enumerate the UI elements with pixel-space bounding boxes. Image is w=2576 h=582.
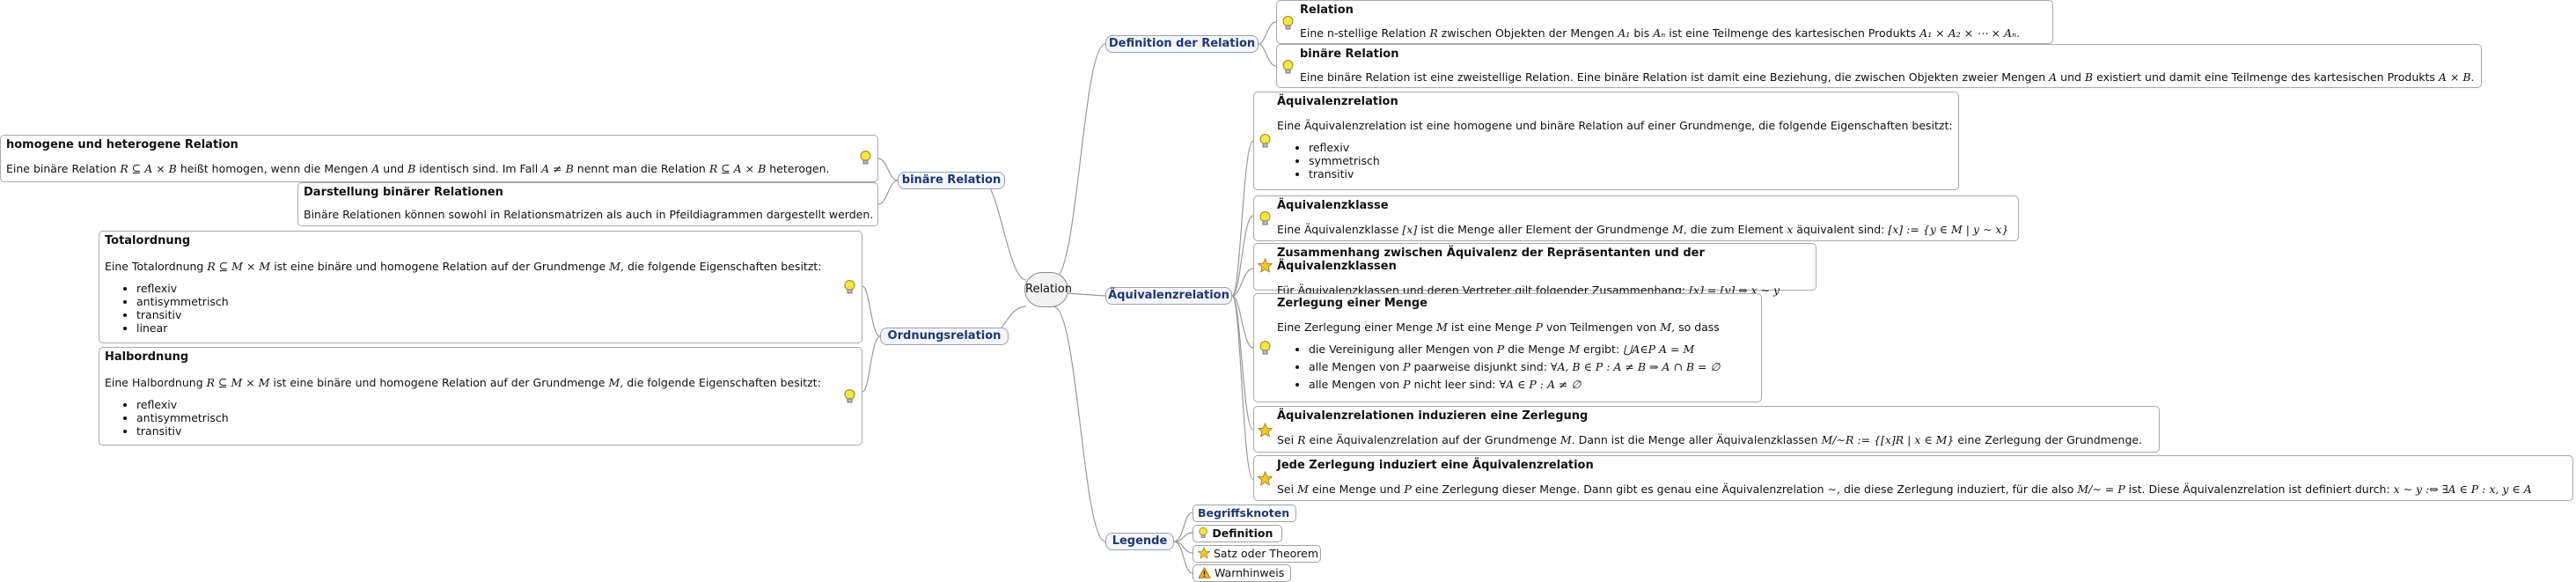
branch-definition-label: Definition der Relation (1108, 37, 1256, 50)
legend-warnhinweis-label: Warnhinweis (1214, 566, 1285, 579)
list-item: symmetrisch (1309, 154, 1953, 167)
card-relation[interactable]: Relation Eine n-stellige Relation R zwis… (1276, 0, 2053, 44)
lightbulb-icon (1259, 211, 1271, 225)
card-induzieren-text: Sei R eine Äquivalenzrelation auf der Gr… (1277, 433, 2143, 446)
card-binaere-relation[interactable]: binäre Relation Eine binäre Relation ist… (1276, 44, 2482, 88)
list-item: reflexiv (1309, 141, 1953, 154)
root-label: Relation (1025, 283, 1072, 296)
card-zerlegung[interactable]: Zerlegung einer Menge Eine Zerlegung ein… (1253, 293, 1762, 402)
legend-satz[interactable]: Satz oder Theorem (1193, 545, 1321, 563)
card-jede-zerlegung-title: Jede Zerlegung induziert eine Äquivalenz… (1277, 459, 1594, 472)
lightbulb-icon (860, 151, 871, 165)
legend-definition[interactable]: Definition (1193, 525, 1282, 542)
lightbulb-icon (1259, 341, 1271, 355)
star-icon (1197, 546, 1211, 559)
list-item: die Vereinigung aller Mengen von P die M… (1309, 341, 1756, 358)
card-homogen-heterogen[interactable]: homogene und heterogene Relation Eine bi… (0, 135, 878, 182)
card-induzieren-title: Äquivalenzrelationen induzieren eine Zer… (1277, 409, 1589, 423)
card-relation-title: Relation (1300, 4, 1354, 17)
card-aequivalenzrelation[interactable]: Äquivalenzrelation Eine Äquivalenzrelati… (1253, 92, 1959, 190)
link-root-legende (1053, 306, 1106, 542)
branch-legende-label: Legende (1112, 534, 1168, 548)
card-aequivalenzklasse[interactable]: Äquivalenzklasse Eine Äquivalenzklasse [… (1253, 195, 2019, 241)
list-item: alle Mengen von P nicht leer sind: ∀A ∈ … (1309, 376, 1756, 394)
card-totalordnung-text: Eine Totalordnung R ⊆ M × M ist eine bin… (105, 260, 822, 273)
card-zerlegung-title: Zerlegung einer Menge (1277, 297, 1427, 310)
card-darstellung-title: Darstellung binärer Relationen (304, 186, 503, 199)
list-item: linear (136, 321, 839, 335)
list-item: transitiv (136, 308, 839, 321)
card-totalordnung-title: Totalordnung (105, 234, 191, 247)
card-aequivalenzrelation-title: Äquivalenzrelation (1277, 95, 1398, 108)
star-icon (1258, 258, 1273, 273)
legend-begriffsknoten[interactable]: Begriffsknoten (1193, 505, 1296, 522)
card-halbordnung-text: Eine Halbordnung R ⊆ M × M ist eine binä… (105, 376, 821, 389)
properties-list: reflexiv antisymmetrisch transitiv (105, 398, 839, 438)
lightbulb-icon (1282, 16, 1294, 30)
link-def-relation (1258, 21, 1277, 45)
card-homogen-text: Eine binäre Relation R ⊆ A × B heißt hom… (6, 162, 830, 175)
card-zusammenhang[interactable]: Zusammenhang zwischen Äquivalenz der Rep… (1253, 243, 1816, 297)
list-item: reflexiv (136, 398, 839, 411)
card-jede-zerlegung[interactable]: Jede Zerlegung induziert eine Äquivalenz… (1253, 455, 2573, 501)
list-item: antisymmetrisch (136, 411, 839, 424)
card-aequivalenzrelation-text: Eine Äquivalenzrelation ist eine homogen… (1277, 119, 1953, 132)
lightbulb-icon (1199, 527, 1207, 539)
card-darstellung-text: Binäre Relationen können sowohl in Relat… (304, 208, 874, 221)
branch-definition[interactable]: Definition der Relation (1105, 35, 1259, 53)
properties-list: reflexiv symmetrisch transitiv (1277, 141, 1953, 180)
zerlegung-conditions: die Vereinigung aller Mengen von P die M… (1277, 341, 1756, 394)
card-zusammenhang-title: Zusammenhang zwischen Äquivalenz der Rep… (1277, 247, 1705, 273)
branch-legende[interactable]: Legende (1105, 533, 1174, 550)
branch-binaer-label: binäre Relation (901, 173, 1002, 187)
branch-ordnung[interactable]: Ordnungsrelation (880, 328, 1009, 345)
card-binaere-relation-text: Eine binäre Relation ist eine zweistelli… (1300, 70, 2475, 84)
card-halbordnung-title: Halbordnung (105, 350, 189, 364)
warning-icon (1198, 566, 1211, 578)
card-homogen-title: homogene und heterogene Relation (6, 138, 239, 151)
card-halbordnung[interactable]: Halbordnung Eine Halbordnung R ⊆ M × M i… (99, 347, 862, 446)
card-totalordnung[interactable]: Totalordnung Eine Totalordnung R ⊆ M × M… (99, 231, 862, 343)
link-root-aequivalenz (1066, 292, 1106, 297)
properties-list: reflexiv antisymmetrisch transitiv linea… (105, 282, 839, 335)
lightbulb-icon (1259, 134, 1271, 148)
legend-definition-label: Definition (1212, 527, 1273, 540)
lightbulb-icon (1282, 60, 1294, 74)
card-zerlegung-text: Eine Zerlegung einer Menge M ist eine Me… (1277, 320, 1720, 334)
list-item: antisymmetrisch (136, 295, 839, 308)
list-item: transitiv (1309, 167, 1953, 180)
branch-aequivalenz[interactable]: Äquivalenzrelation (1105, 287, 1232, 305)
star-icon (1258, 423, 1273, 438)
list-item: transitiv (136, 424, 839, 438)
card-relation-text: Eine n-stellige Relation R zwischen Obje… (1300, 26, 2021, 40)
card-jede-zerlegung-text: Sei M eine Menge und P eine Zerlegung di… (1277, 483, 2532, 496)
card-aequivalenzklasse-title: Äquivalenzklasse (1277, 199, 1389, 212)
link-root-binaer (981, 180, 1027, 281)
card-induzieren[interactable]: Äquivalenzrelationen induzieren eine Zer… (1253, 406, 2160, 453)
branch-ordnung-label: Ordnungsrelation (887, 329, 1002, 343)
branch-binaer[interactable]: binäre Relation (898, 172, 1005, 189)
card-aequivalenzklasse-text: Eine Äquivalenzklasse [x] ist die Menge … (1277, 223, 2009, 236)
legend-begriffsknoten-label: Begriffsknoten (1198, 506, 1290, 519)
root-node[interactable]: Relation (1024, 272, 1072, 307)
legend-warnhinweis[interactable]: Warnhinweis (1193, 564, 1291, 582)
lightbulb-icon (844, 389, 855, 403)
star-icon (1258, 471, 1273, 486)
card-darstellung[interactable]: Darstellung binärer Relationen Binäre Re… (297, 182, 878, 226)
list-item: alle Mengen von P paarweise disjunkt sin… (1309, 358, 1756, 376)
card-binaere-relation-title: binäre Relation (1300, 48, 1399, 61)
link-root-definition (1053, 43, 1106, 281)
lightbulb-icon (844, 280, 855, 294)
list-item: reflexiv (136, 282, 839, 295)
legend-satz-label: Satz oder Theorem (1213, 547, 1319, 560)
branch-aequivalenz-label: Äquivalenzrelation (1108, 289, 1229, 302)
